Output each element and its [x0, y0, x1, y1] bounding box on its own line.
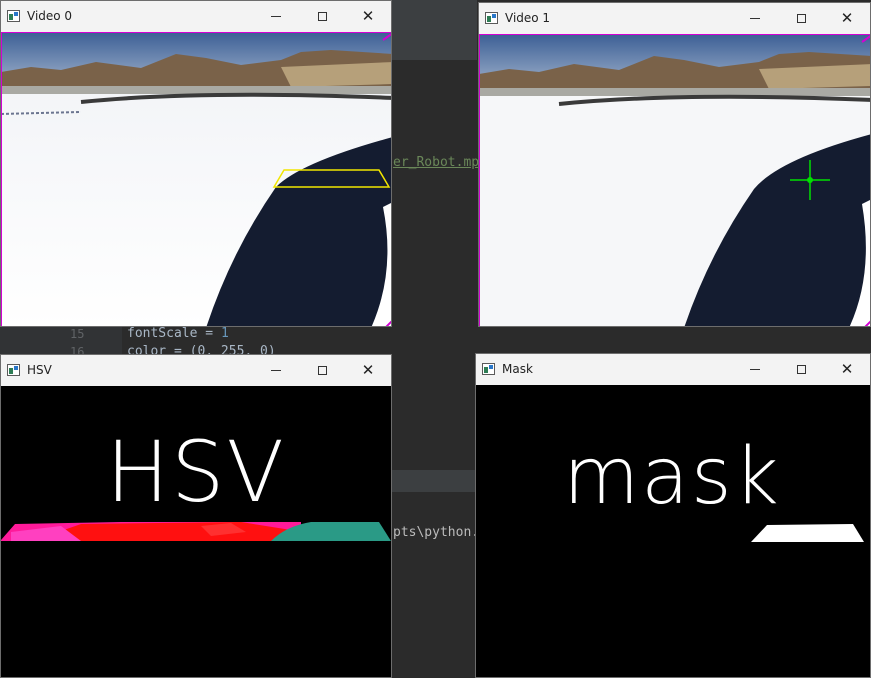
minimize-icon	[750, 17, 760, 19]
window-title: Mask	[502, 362, 533, 376]
video-frame[interactable]	[479, 34, 870, 326]
maximize-icon	[317, 11, 327, 21]
maximize-button[interactable]	[299, 1, 345, 32]
code-identifier: fontScale	[127, 326, 198, 341]
window-title: Video 0	[27, 9, 73, 23]
minimize-icon	[750, 368, 760, 370]
mask-frame[interactable]: mask	[476, 385, 870, 677]
camera-image	[479, 34, 870, 326]
terminal-path: pts\python.	[393, 525, 480, 540]
maximize-button[interactable]	[778, 3, 824, 34]
maximize-button[interactable]	[778, 354, 824, 385]
titlebar[interactable]: Video 1 ✕	[479, 3, 870, 34]
close-icon: ✕	[840, 9, 854, 27]
maximize-icon	[317, 365, 327, 375]
window-mask[interactable]: Mask ✕ mask	[475, 353, 871, 678]
code-number: 1	[220, 326, 229, 341]
camera-image	[1, 32, 391, 326]
maximize-icon	[796, 364, 806, 374]
titlebar[interactable]: Video 0 ✕	[1, 1, 391, 32]
app-icon	[482, 363, 495, 375]
window-title: HSV	[27, 363, 52, 377]
window-video-1[interactable]: Video 1 ✕	[478, 2, 871, 327]
close-icon: ✕	[361, 361, 375, 379]
minimize-button[interactable]	[253, 1, 299, 32]
code-line: fontScale = 1	[127, 326, 229, 341]
app-icon	[7, 364, 20, 376]
minimize-button[interactable]	[732, 354, 778, 385]
app-icon	[485, 12, 498, 24]
ide-tab-strip	[391, 0, 477, 60]
close-icon: ✕	[840, 360, 854, 378]
ide-editor-area	[391, 60, 477, 330]
hsv-frame[interactable]: HSV	[1, 386, 391, 677]
terminal-header	[391, 470, 477, 492]
mask-blob-image	[751, 524, 864, 542]
terminal-panel	[391, 492, 477, 678]
app-icon	[7, 10, 20, 22]
close-button[interactable]: ✕	[824, 354, 870, 385]
code-operator: =	[197, 326, 221, 341]
minimize-button[interactable]	[732, 3, 778, 34]
window-hsv[interactable]: HSV ✕ HSV	[0, 354, 392, 678]
titlebar[interactable]: Mask ✕	[476, 354, 870, 385]
code-file-link[interactable]: er_Robot.mp	[393, 155, 479, 170]
minimize-icon	[271, 369, 281, 371]
window-video-0[interactable]: Video 0 ✕	[0, 0, 392, 327]
hsv-strip-image	[1, 522, 391, 541]
ide-gutter	[0, 326, 122, 356]
close-button[interactable]: ✕	[345, 1, 391, 32]
maximize-icon	[796, 13, 806, 23]
code-line: color = (0, 255, 0)	[127, 344, 276, 354]
close-button[interactable]: ✕	[345, 355, 391, 386]
minimize-icon	[271, 15, 281, 17]
close-icon: ✕	[361, 7, 375, 25]
window-title: Video 1	[505, 11, 551, 25]
line-number: 15	[70, 327, 85, 341]
video-frame[interactable]	[1, 32, 391, 326]
titlebar[interactable]: HSV ✕	[1, 355, 391, 386]
line-number: 16	[70, 345, 85, 354]
maximize-button[interactable]	[299, 355, 345, 386]
minimize-button[interactable]	[253, 355, 299, 386]
close-button[interactable]: ✕	[824, 3, 870, 34]
